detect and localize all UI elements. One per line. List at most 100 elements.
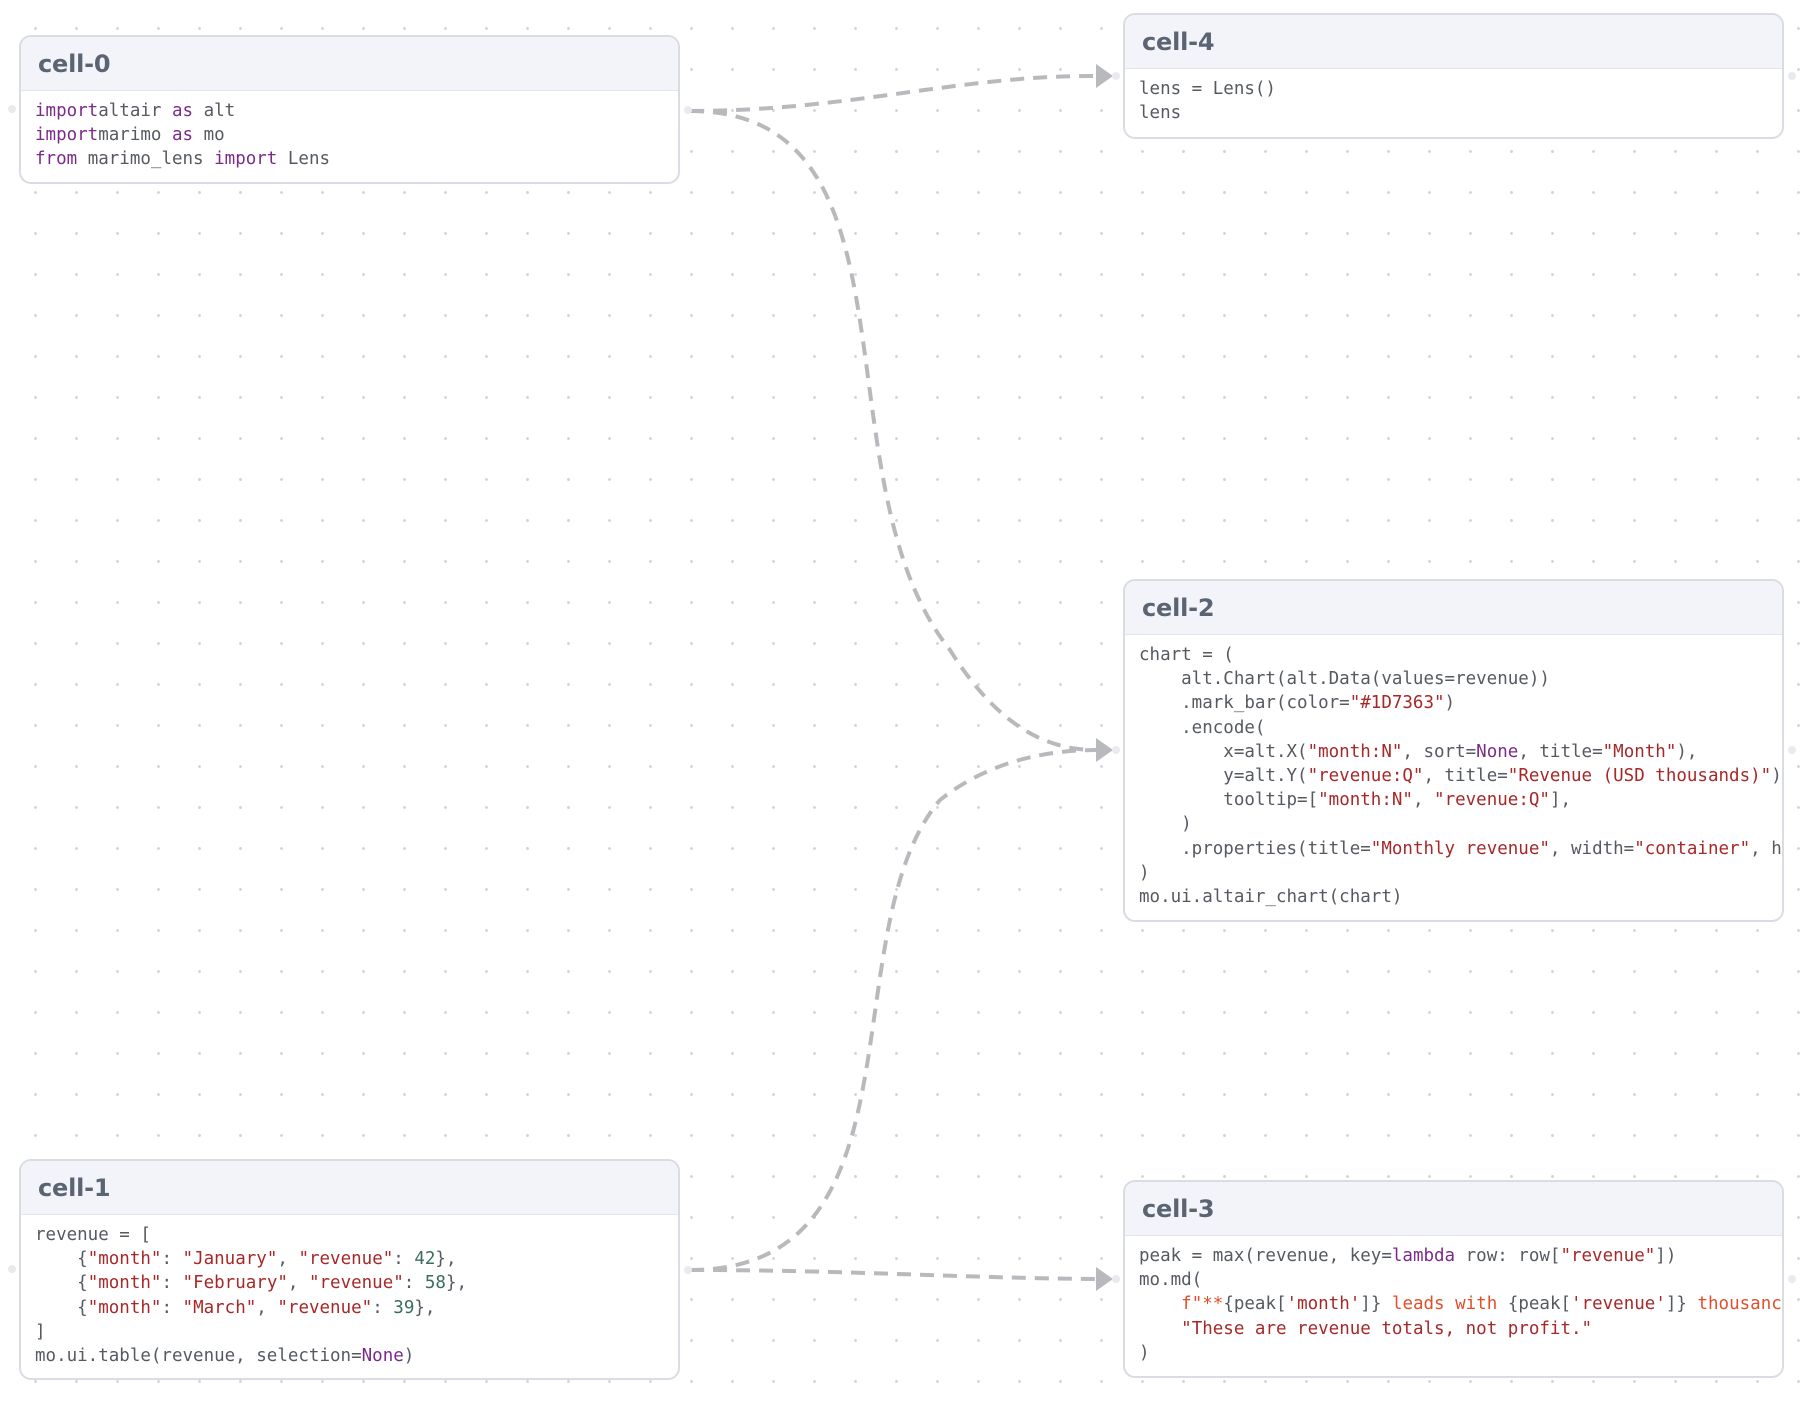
- code-text: x=alt.X(: [1139, 741, 1308, 762]
- cell-code[interactable]: lens = Lens() lens: [1125, 69, 1782, 125]
- code-text: ),: [1676, 741, 1698, 762]
- code-text: row: row[: [1455, 1246, 1561, 1266]
- code-string: "container": [1634, 838, 1751, 859]
- code-text: , title=: [1423, 765, 1508, 786]
- code-text: ): [1139, 862, 1150, 883]
- code-text: {peak[: [1507, 1294, 1572, 1315]
- code-text: marimo: [98, 125, 172, 146]
- handle-cell-3-out[interactable]: [1788, 1275, 1796, 1283]
- code-line: mo.ui.altair_chart(chart): [1139, 885, 1782, 909]
- cell-header[interactable]: cell-0: [21, 37, 678, 91]
- code-text: ]: [35, 1321, 46, 1342]
- code-text: },: [445, 1273, 468, 1294]
- edge-cell-0-to-cell-2: [689, 109, 1097, 752]
- handle-cell-0-in[interactable]: [8, 105, 16, 113]
- code-string: "revenue": [277, 1297, 373, 1318]
- arrowhead-cell-3-icon: [1096, 1267, 1113, 1291]
- cell-code[interactable]: chart = ( alt.Chart(alt.Data(values=reve…: [1125, 635, 1782, 909]
- code-block: importaltair as alt importmarimo as mo fro…: [35, 99, 678, 172]
- code-block: revenue = [ {"month": "January", "revenu…: [35, 1223, 678, 1368]
- handle-cell-1-in[interactable]: [8, 1265, 16, 1273]
- code-text: y=alt.Y(: [1139, 765, 1308, 786]
- code-fstring: thousanc: [1686, 1294, 1782, 1315]
- handle-cell-3-in[interactable]: [1112, 1275, 1120, 1283]
- arrowhead-cell-2-icon: [1096, 738, 1113, 762]
- edge-cell-1-to-cell-2: [689, 748, 1097, 1272]
- code-text: {: [35, 1273, 88, 1294]
- cell-node-2[interactable]: cell-2 chart = ( alt.Chart(alt.Data(valu…: [1123, 579, 1784, 922]
- code-line: {"month": "January", "revenue": 42},: [35, 1247, 678, 1271]
- code-line: importmarimo as mo: [35, 123, 678, 147]
- code-text: lens: [1139, 103, 1182, 124]
- code-line: ): [1139, 1341, 1782, 1365]
- code-text: },: [435, 1249, 457, 1270]
- handle-cell-0-out[interactable]: [684, 106, 692, 114]
- code-string: "revenue": [308, 1273, 404, 1294]
- cell-header[interactable]: cell-2: [1125, 581, 1782, 635]
- code-text: .properties(title=: [1139, 838, 1371, 859]
- code-line: ): [1139, 812, 1782, 836]
- code-line: tooltip=["month:N", "revenue:Q"],: [1139, 788, 1782, 812]
- cell-node-4[interactable]: cell-4 lens = Lens() lens: [1123, 13, 1784, 139]
- cell-code[interactable]: revenue = [ {"month": "January", "revenu…: [21, 1215, 678, 1368]
- code-line: .mark_bar(color="#1D7363"): [1139, 691, 1782, 715]
- code-string: "revenue": [1560, 1246, 1656, 1266]
- code-text: ]}: [1360, 1294, 1382, 1315]
- code-line: mo.md(: [1139, 1268, 1782, 1292]
- code-line: x=alt.X("month:N", sort=None, title="Mon…: [1139, 740, 1782, 764]
- handle-cell-2-out[interactable]: [1788, 746, 1796, 754]
- code-block: chart = ( alt.Chart(alt.Data(values=reve…: [1139, 643, 1782, 909]
- code-text: :: [161, 1273, 183, 1294]
- edge-cell-0-to-cell-4: [689, 73, 1097, 113]
- code-line: .encode(: [1139, 716, 1782, 740]
- edge-cell-1-to-cell-3: [689, 1268, 1097, 1281]
- code-line: from marimo_lens import Lens: [35, 147, 678, 171]
- code-text: revenue = [: [35, 1225, 151, 1245]
- code-text: lens = Lens(): [1139, 79, 1276, 99]
- cell-header[interactable]: cell-3: [1125, 1182, 1782, 1236]
- cell-code[interactable]: importaltair as alt importmarimo as mo fro…: [21, 91, 678, 172]
- code-string: "month": [87, 1297, 162, 1318]
- code-string: "revenue:Q": [1307, 765, 1424, 786]
- handle-cell-1-out[interactable]: [684, 1266, 692, 1274]
- code-line: importaltair as alt: [35, 99, 678, 123]
- code-text: .mark_bar(color=: [1139, 693, 1350, 714]
- handle-cell-4-out[interactable]: [1788, 72, 1796, 80]
- cell-node-0[interactable]: cell-0 importaltair as alt importmarimo a…: [19, 35, 680, 184]
- code-text: :: [372, 1297, 394, 1318]
- code-fstring: f"**: [1181, 1294, 1224, 1315]
- cell-header[interactable]: cell-4: [1125, 15, 1782, 69]
- code-line: y=alt.Y("revenue:Q", title="Revenue (USD…: [1139, 764, 1782, 788]
- code-text: , sort=: [1402, 741, 1477, 762]
- code-line: "These are revenue totals, not profit.": [1139, 1317, 1782, 1341]
- cell-node-1[interactable]: cell-1 revenue = [ {"month": "January", …: [19, 1159, 680, 1380]
- code-string: "revenue": [298, 1249, 394, 1270]
- code-block: lens = Lens() lens: [1139, 77, 1782, 125]
- code-text: ,: [256, 1297, 278, 1318]
- cell-node-3[interactable]: cell-3 peak = max(revenue, key=lambda ro…: [1123, 1180, 1784, 1378]
- code-string: "Revenue (USD thousands)": [1507, 765, 1772, 786]
- code-fstring: leads with: [1381, 1294, 1508, 1315]
- code-text: ,: [287, 1273, 309, 1294]
- code-number: 58: [424, 1273, 446, 1294]
- code-keyword: None: [1476, 741, 1519, 762]
- code-keyword: import: [35, 101, 99, 121]
- code-string: "These are revenue totals, not profit.": [1181, 1318, 1593, 1339]
- cell-header[interactable]: cell-1: [21, 1161, 678, 1215]
- code-text: , h: [1750, 838, 1782, 859]
- code-line: {"month": "March", "revenue": 39},: [35, 1296, 678, 1320]
- code-text: ): [403, 1345, 415, 1366]
- code-string: "#1D7363": [1349, 693, 1445, 714]
- code-text: mo.ui.altair_chart(chart): [1139, 886, 1403, 907]
- handle-cell-4-in[interactable]: [1112, 72, 1120, 80]
- cell-code[interactable]: peak = max(revenue, key=lambda row: row[…: [1125, 1236, 1782, 1365]
- cell-title: cell-3: [1142, 1194, 1215, 1223]
- notebook-graph-canvas[interactable]: cell-0 importaltair as alt importmarimo a…: [0, 0, 1802, 1406]
- code-text: ]): [1655, 1246, 1677, 1266]
- code-text: {: [35, 1249, 88, 1270]
- handle-cell-2-in[interactable]: [1112, 746, 1120, 754]
- code-keyword: import: [35, 125, 99, 146]
- code-text: peak = max(revenue, key=: [1139, 1246, 1392, 1266]
- code-string: "month:N": [1318, 790, 1413, 811]
